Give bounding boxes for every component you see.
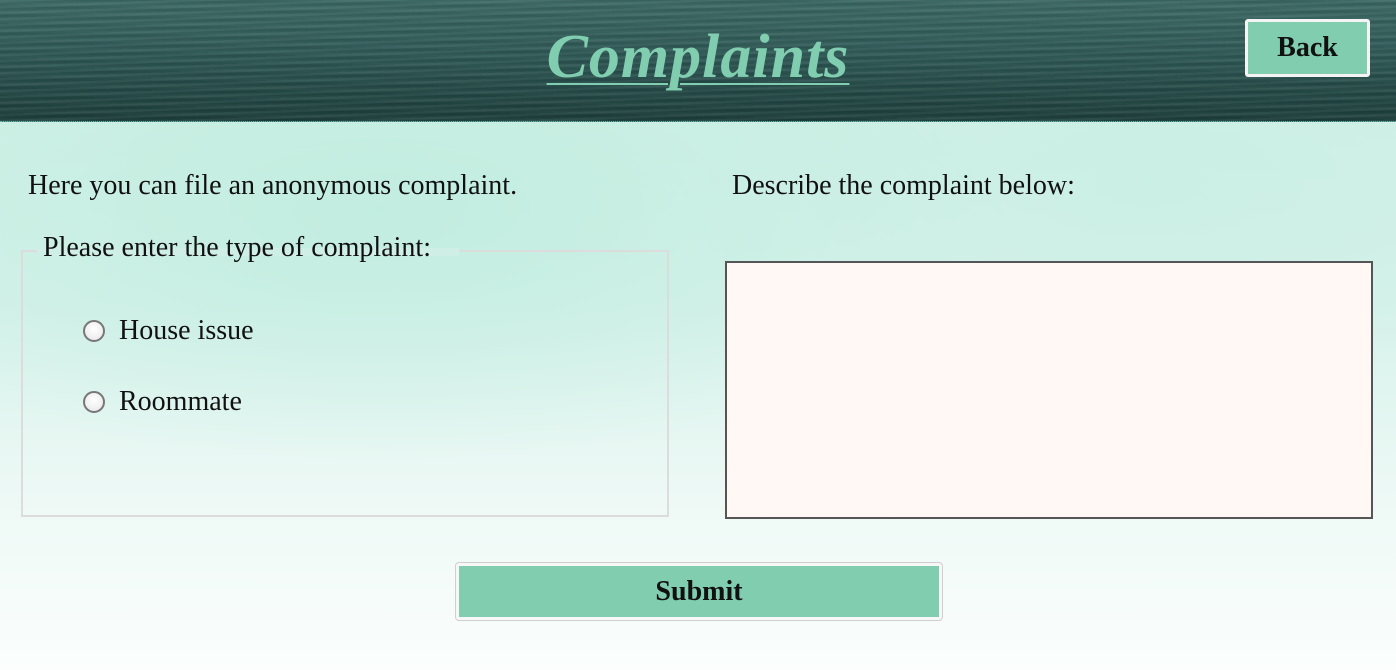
radio-option-roommate[interactable]: Roommate xyxy=(83,386,242,418)
intro-text: Here you can file an anonymous complaint… xyxy=(28,170,518,201)
house-issue-radio[interactable] xyxy=(83,320,105,342)
description-label: Describe the complaint below: xyxy=(732,170,1075,201)
complaint-type-fieldset: Please enter the type of complaint: Hous… xyxy=(21,232,669,517)
roommate-radio[interactable] xyxy=(83,391,105,413)
complaint-description-textarea[interactable] xyxy=(725,261,1373,519)
complaint-type-legend: Please enter the type of complaint: xyxy=(43,232,431,263)
house-issue-label: House issue xyxy=(119,315,254,346)
radio-option-house-issue[interactable]: House issue xyxy=(83,315,254,347)
page-title: Complaints xyxy=(546,23,850,91)
submit-button[interactable]: Submit xyxy=(456,563,942,620)
roommate-label: Roommate xyxy=(119,386,242,417)
page-header: Complaints Back xyxy=(0,0,1396,122)
back-button[interactable]: Back xyxy=(1245,19,1370,77)
